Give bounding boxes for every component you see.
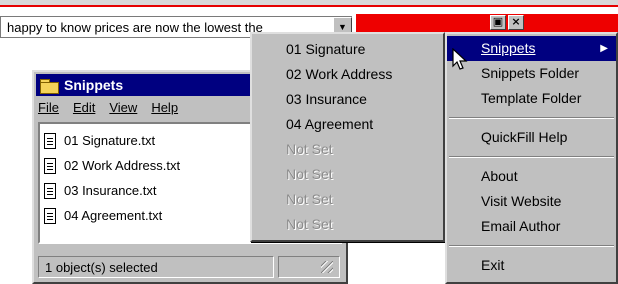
submenu-item-not-set: Not Set — [286, 216, 333, 232]
folder-icon — [40, 78, 59, 94]
menu-separator — [449, 245, 614, 247]
submenu-item-not-set: Not Set — [286, 141, 333, 157]
menu-item-snippets[interactable]: Snippets ▶ — [447, 36, 616, 61]
chevron-down-icon: ▼ — [338, 22, 347, 32]
status-text: 1 object(s) selected — [45, 260, 158, 275]
context-menu: Snippets ▶ Snippets Folder Template Fold… — [445, 32, 618, 284]
text-file-icon — [44, 182, 56, 199]
submenu-arrow-icon: ▶ — [600, 43, 608, 54]
window-buttons: ▣ × — [490, 15, 524, 30]
menu-separator — [449, 156, 614, 158]
top-border — [0, 0, 618, 7]
combo-value: happy to know prices are now the lowest … — [7, 20, 263, 35]
text-file-icon — [44, 157, 56, 174]
status-bar: 1 object(s) selected — [38, 256, 274, 278]
menu-item-about[interactable]: About — [447, 164, 616, 189]
menu-view[interactable]: View — [109, 100, 137, 115]
menu-separator — [449, 117, 614, 119]
menu-item-visit-website[interactable]: Visit Website — [447, 189, 616, 214]
submenu-item-not-set: Not Set — [286, 191, 333, 207]
window-menubar: File Edit View Help — [38, 100, 178, 115]
text-file-icon — [44, 132, 56, 149]
file-name: 02 Work Address.txt — [64, 158, 181, 173]
submenu-item-not-set: Not Set — [286, 166, 333, 182]
menu-file[interactable]: File — [38, 100, 59, 115]
menu-item-snippets-folder[interactable]: Snippets Folder — [447, 61, 616, 86]
menu-help[interactable]: Help — [151, 100, 178, 115]
file-name: 04 Agreement.txt — [64, 208, 163, 223]
resize-grip-icon[interactable] — [321, 261, 333, 273]
menu-item-quickfill-help[interactable]: QuickFill Help — [447, 125, 616, 150]
snippets-submenu: 01 Signature 02 Work Address 03 Insuranc… — [250, 32, 445, 242]
menu-item-exit[interactable]: Exit — [447, 253, 616, 278]
maximize-icon[interactable]: ▣ — [490, 15, 506, 30]
file-name: 03 Insurance.txt — [64, 183, 157, 198]
submenu-item-work-address[interactable]: 02 Work Address — [252, 62, 443, 87]
close-icon[interactable]: × — [508, 15, 524, 30]
menu-item-template-folder[interactable]: Template Folder — [447, 86, 616, 111]
menu-edit[interactable]: Edit — [73, 100, 95, 115]
menu-item-email-author[interactable]: Email Author — [447, 214, 616, 239]
status-bar-panel — [278, 256, 340, 278]
menu-item-label: Snippets — [481, 40, 536, 56]
submenu-item-signature[interactable]: 01 Signature — [252, 37, 443, 62]
text-file-icon — [44, 207, 56, 224]
file-name: 01 Signature.txt — [64, 133, 156, 148]
window-title: Snippets — [64, 77, 124, 93]
mouse-pointer-icon — [452, 48, 468, 70]
submenu-item-insurance[interactable]: 03 Insurance — [252, 87, 443, 112]
submenu-item-agreement[interactable]: 04 Agreement — [252, 112, 443, 137]
